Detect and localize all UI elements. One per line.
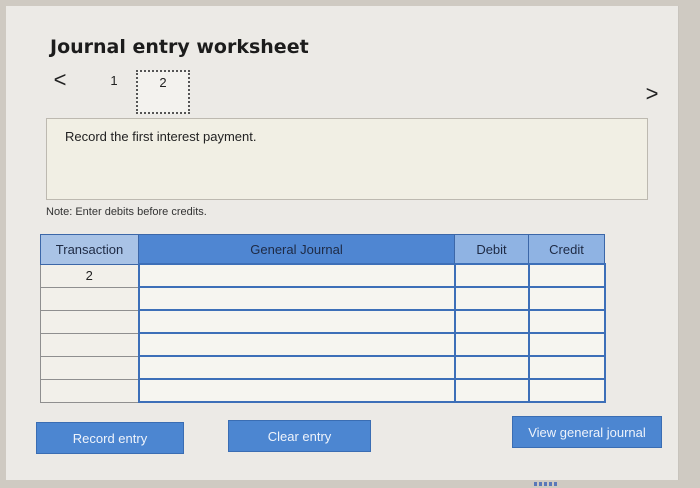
header-transaction: Transaction [40, 234, 139, 265]
credit-field[interactable] [527, 378, 606, 403]
table-row: 2 [40, 263, 606, 288]
table-row [40, 286, 606, 311]
step-tab-1[interactable]: 1 [102, 70, 126, 114]
page-title: Journal entry worksheet [50, 36, 309, 58]
grid-icon [534, 482, 558, 486]
transaction-cell: 2 [40, 263, 139, 288]
table-row [40, 378, 606, 403]
debit-field[interactable] [453, 378, 530, 403]
table-header-row: Transaction General Journal Debit Credit [40, 234, 605, 265]
clear-entry-button[interactable]: Clear entry [228, 420, 371, 452]
transaction-cell [40, 378, 139, 403]
credit-field[interactable] [527, 263, 606, 288]
account-field[interactable] [137, 332, 456, 357]
debit-field[interactable] [453, 263, 530, 288]
credit-field[interactable] [527, 309, 606, 334]
prev-step-chevron-left-icon[interactable]: < [50, 68, 70, 92]
account-field[interactable] [137, 378, 456, 403]
table-row [40, 332, 606, 357]
next-step-chevron-right-icon[interactable]: > [642, 82, 662, 106]
account-field[interactable] [137, 263, 456, 288]
step-tab-2-active[interactable]: 2 [136, 70, 190, 114]
table-row [40, 309, 606, 334]
table-row [40, 355, 606, 380]
instruction-text: Record the first interest payment. [65, 129, 257, 144]
account-field[interactable] [137, 309, 456, 334]
debit-field[interactable] [453, 332, 530, 357]
account-field[interactable] [137, 286, 456, 311]
account-field[interactable] [137, 355, 456, 380]
credit-field[interactable] [527, 332, 606, 357]
header-credit: Credit [528, 234, 605, 265]
note-text: Note: Enter debits before credits. [46, 206, 207, 218]
credit-field[interactable] [527, 355, 606, 380]
transaction-cell [40, 286, 139, 311]
worksheet-panel: Journal entry worksheet < 1 2 > Record t… [6, 6, 679, 480]
transaction-cell [40, 309, 139, 334]
transaction-cell [40, 332, 139, 357]
debit-field[interactable] [453, 355, 530, 380]
transaction-cell [40, 355, 139, 380]
record-entry-button[interactable]: Record entry [36, 422, 184, 454]
debit-field[interactable] [453, 286, 530, 311]
header-general-journal: General Journal [138, 234, 455, 265]
credit-field[interactable] [527, 286, 606, 311]
journal-table: Transaction General Journal Debit Credit… [40, 234, 606, 403]
debit-field[interactable] [453, 309, 530, 334]
header-debit: Debit [454, 234, 529, 265]
view-general-journal-button[interactable]: View general journal [512, 416, 662, 448]
instruction-box: Record the first interest payment. [46, 118, 648, 200]
